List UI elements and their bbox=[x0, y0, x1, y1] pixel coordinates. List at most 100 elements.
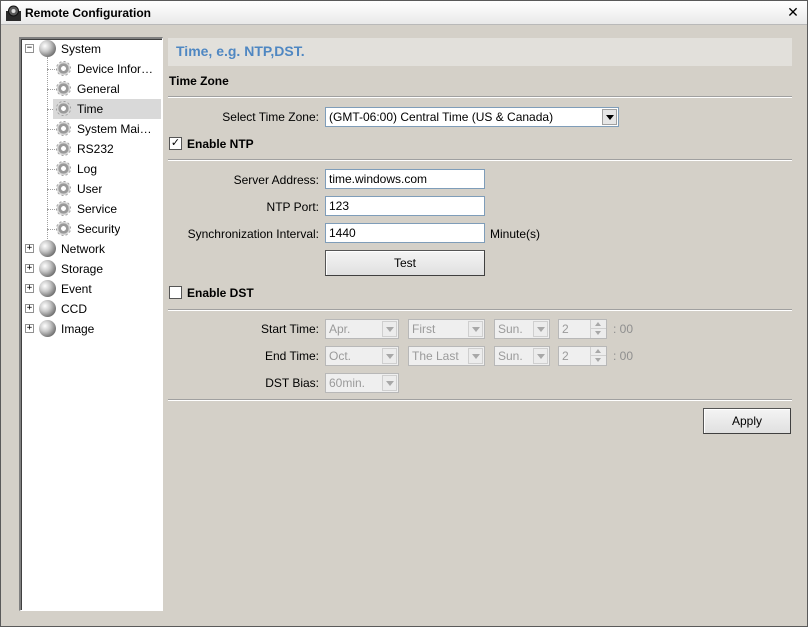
tree-item-log[interactable]: Log bbox=[21, 159, 161, 179]
tree-item-system[interactable]: − System bbox=[21, 39, 161, 59]
divider bbox=[168, 96, 792, 98]
globe-icon bbox=[39, 280, 56, 297]
dst-bias-select[interactable]: 60min. bbox=[325, 373, 399, 393]
start-week-value: First bbox=[412, 322, 436, 336]
tree-item-rs232[interactable]: RS232 bbox=[21, 139, 161, 159]
navigation-tree[interactable]: − System Device Infor… General Time Syst… bbox=[19, 37, 163, 611]
ntp-port-input[interactable]: 123 bbox=[325, 196, 485, 216]
sync-interval-input[interactable]: 1440 bbox=[325, 223, 485, 243]
spin-up-icon[interactable] bbox=[591, 320, 606, 329]
chevron-down-icon bbox=[468, 321, 483, 337]
start-day-value: Sun. bbox=[498, 322, 523, 336]
end-day-select[interactable]: Sun. bbox=[494, 346, 550, 366]
expand-icon[interactable]: + bbox=[25, 284, 34, 293]
tree-item-label: Security bbox=[77, 222, 121, 236]
time-zone-value: (GMT-06:00) Central Time (US & Canada) bbox=[329, 110, 554, 124]
globe-icon bbox=[39, 260, 56, 277]
spinner-buttons bbox=[590, 320, 606, 338]
tree-item-label: Log bbox=[77, 162, 98, 176]
start-month-value: Apr. bbox=[329, 322, 351, 336]
chevron-down-icon[interactable] bbox=[602, 109, 617, 125]
tree-item-image[interactable]: + Image bbox=[21, 319, 161, 339]
tree-item-label: Image bbox=[61, 322, 95, 336]
server-address-input[interactable]: time.windows.com bbox=[325, 169, 485, 189]
end-week-select[interactable]: The Last bbox=[408, 346, 485, 366]
dst-bias-value: 60min. bbox=[329, 376, 366, 390]
expand-icon[interactable]: + bbox=[25, 244, 34, 253]
tree-item-general[interactable]: General bbox=[21, 79, 161, 99]
time-zone-select[interactable]: (GMT-06:00) Central Time (US & Canada) bbox=[325, 107, 619, 127]
tree-item-label: CCD bbox=[61, 302, 87, 316]
end-minute-suffix: : 00 bbox=[613, 349, 634, 363]
end-hour-spinner[interactable]: 2 bbox=[558, 346, 607, 366]
divider bbox=[168, 309, 792, 311]
tree-item-service[interactable]: Service bbox=[21, 199, 161, 219]
enable-dst-label: Enable DST bbox=[187, 286, 254, 300]
expand-icon[interactable]: + bbox=[25, 304, 34, 313]
chevron-down-icon bbox=[468, 348, 483, 364]
gear-icon bbox=[56, 221, 71, 236]
tree-item-device-information[interactable]: Device Infor… bbox=[21, 59, 161, 79]
tree-item-label: Device Infor… bbox=[77, 62, 154, 76]
expand-icon[interactable]: + bbox=[25, 264, 34, 273]
expand-icon[interactable]: + bbox=[25, 324, 34, 333]
end-month-select[interactable]: Oct. bbox=[325, 346, 399, 366]
start-month-select[interactable]: Apr. bbox=[325, 319, 399, 339]
tree-item-event[interactable]: + Event bbox=[21, 279, 161, 299]
tree-item-label: RS232 bbox=[77, 142, 114, 156]
spin-down-icon[interactable] bbox=[591, 356, 606, 365]
tree-item-user[interactable]: User bbox=[21, 179, 161, 199]
section-header: Time, e.g. NTP,DST. bbox=[168, 38, 792, 66]
tree-item-label: Network bbox=[61, 242, 106, 256]
chevron-down-icon bbox=[533, 321, 548, 337]
start-day-select[interactable]: Sun. bbox=[494, 319, 550, 339]
apply-button[interactable]: Apply bbox=[703, 408, 791, 434]
tree-item-label: User bbox=[77, 182, 103, 196]
enable-dst-checkbox[interactable] bbox=[169, 286, 182, 299]
gear-icon bbox=[56, 81, 71, 96]
title-bar[interactable]: Remote Configuration ✕ bbox=[1, 1, 807, 25]
tree-item-label: Service bbox=[77, 202, 118, 216]
tree-item-time[interactable]: Time bbox=[21, 99, 161, 119]
globe-icon bbox=[39, 300, 56, 317]
page-title: Time, e.g. NTP,DST. bbox=[176, 43, 305, 59]
close-icon[interactable]: ✕ bbox=[785, 4, 801, 20]
divider bbox=[168, 399, 792, 401]
spin-up-icon[interactable] bbox=[591, 347, 606, 356]
app-icon bbox=[6, 5, 21, 21]
start-minute-suffix: : 00 bbox=[613, 322, 634, 336]
gear-icon bbox=[56, 161, 71, 176]
tree-item-network[interactable]: + Network bbox=[21, 239, 161, 259]
gear-icon bbox=[56, 201, 71, 216]
tree-item-label: System Mai… bbox=[77, 122, 152, 136]
dst-bias-label: DST Bias: bbox=[265, 376, 319, 390]
ntp-port-label: NTP Port: bbox=[266, 200, 319, 214]
tree-item-label: Event bbox=[61, 282, 92, 296]
spinner-buttons bbox=[590, 347, 606, 365]
tree-item-label: Storage bbox=[61, 262, 104, 276]
collapse-icon[interactable]: − bbox=[25, 44, 34, 53]
chevron-down-icon bbox=[382, 321, 397, 337]
spin-down-icon[interactable] bbox=[591, 329, 606, 338]
globe-icon bbox=[39, 240, 56, 257]
test-button[interactable]: Test bbox=[325, 250, 485, 276]
start-week-select[interactable]: First bbox=[408, 319, 485, 339]
tree-item-label: System bbox=[61, 42, 102, 56]
tree-item-ccd[interactable]: + CCD bbox=[21, 299, 161, 319]
gear-icon bbox=[56, 61, 71, 76]
sync-interval-label: Synchronization Interval: bbox=[187, 227, 319, 241]
sync-interval-unit: Minute(s) bbox=[490, 227, 541, 241]
window-title: Remote Configuration bbox=[25, 6, 151, 20]
start-hour-spinner[interactable]: 2 bbox=[558, 319, 607, 339]
time-zone-heading: Time Zone bbox=[169, 74, 229, 88]
tree-item-security[interactable]: Security bbox=[21, 219, 161, 239]
end-week-value: The Last bbox=[412, 349, 459, 363]
enable-ntp-checkbox[interactable]: ✓ bbox=[169, 137, 182, 150]
chevron-down-icon bbox=[382, 375, 397, 391]
gear-icon bbox=[56, 181, 71, 196]
globe-icon bbox=[39, 320, 56, 337]
tree-item-storage[interactable]: + Storage bbox=[21, 259, 161, 279]
start-time-label: Start Time: bbox=[260, 322, 319, 336]
tree-item-system-maintenance[interactable]: System Mai… bbox=[21, 119, 161, 139]
start-hour-value: 2 bbox=[562, 322, 569, 336]
